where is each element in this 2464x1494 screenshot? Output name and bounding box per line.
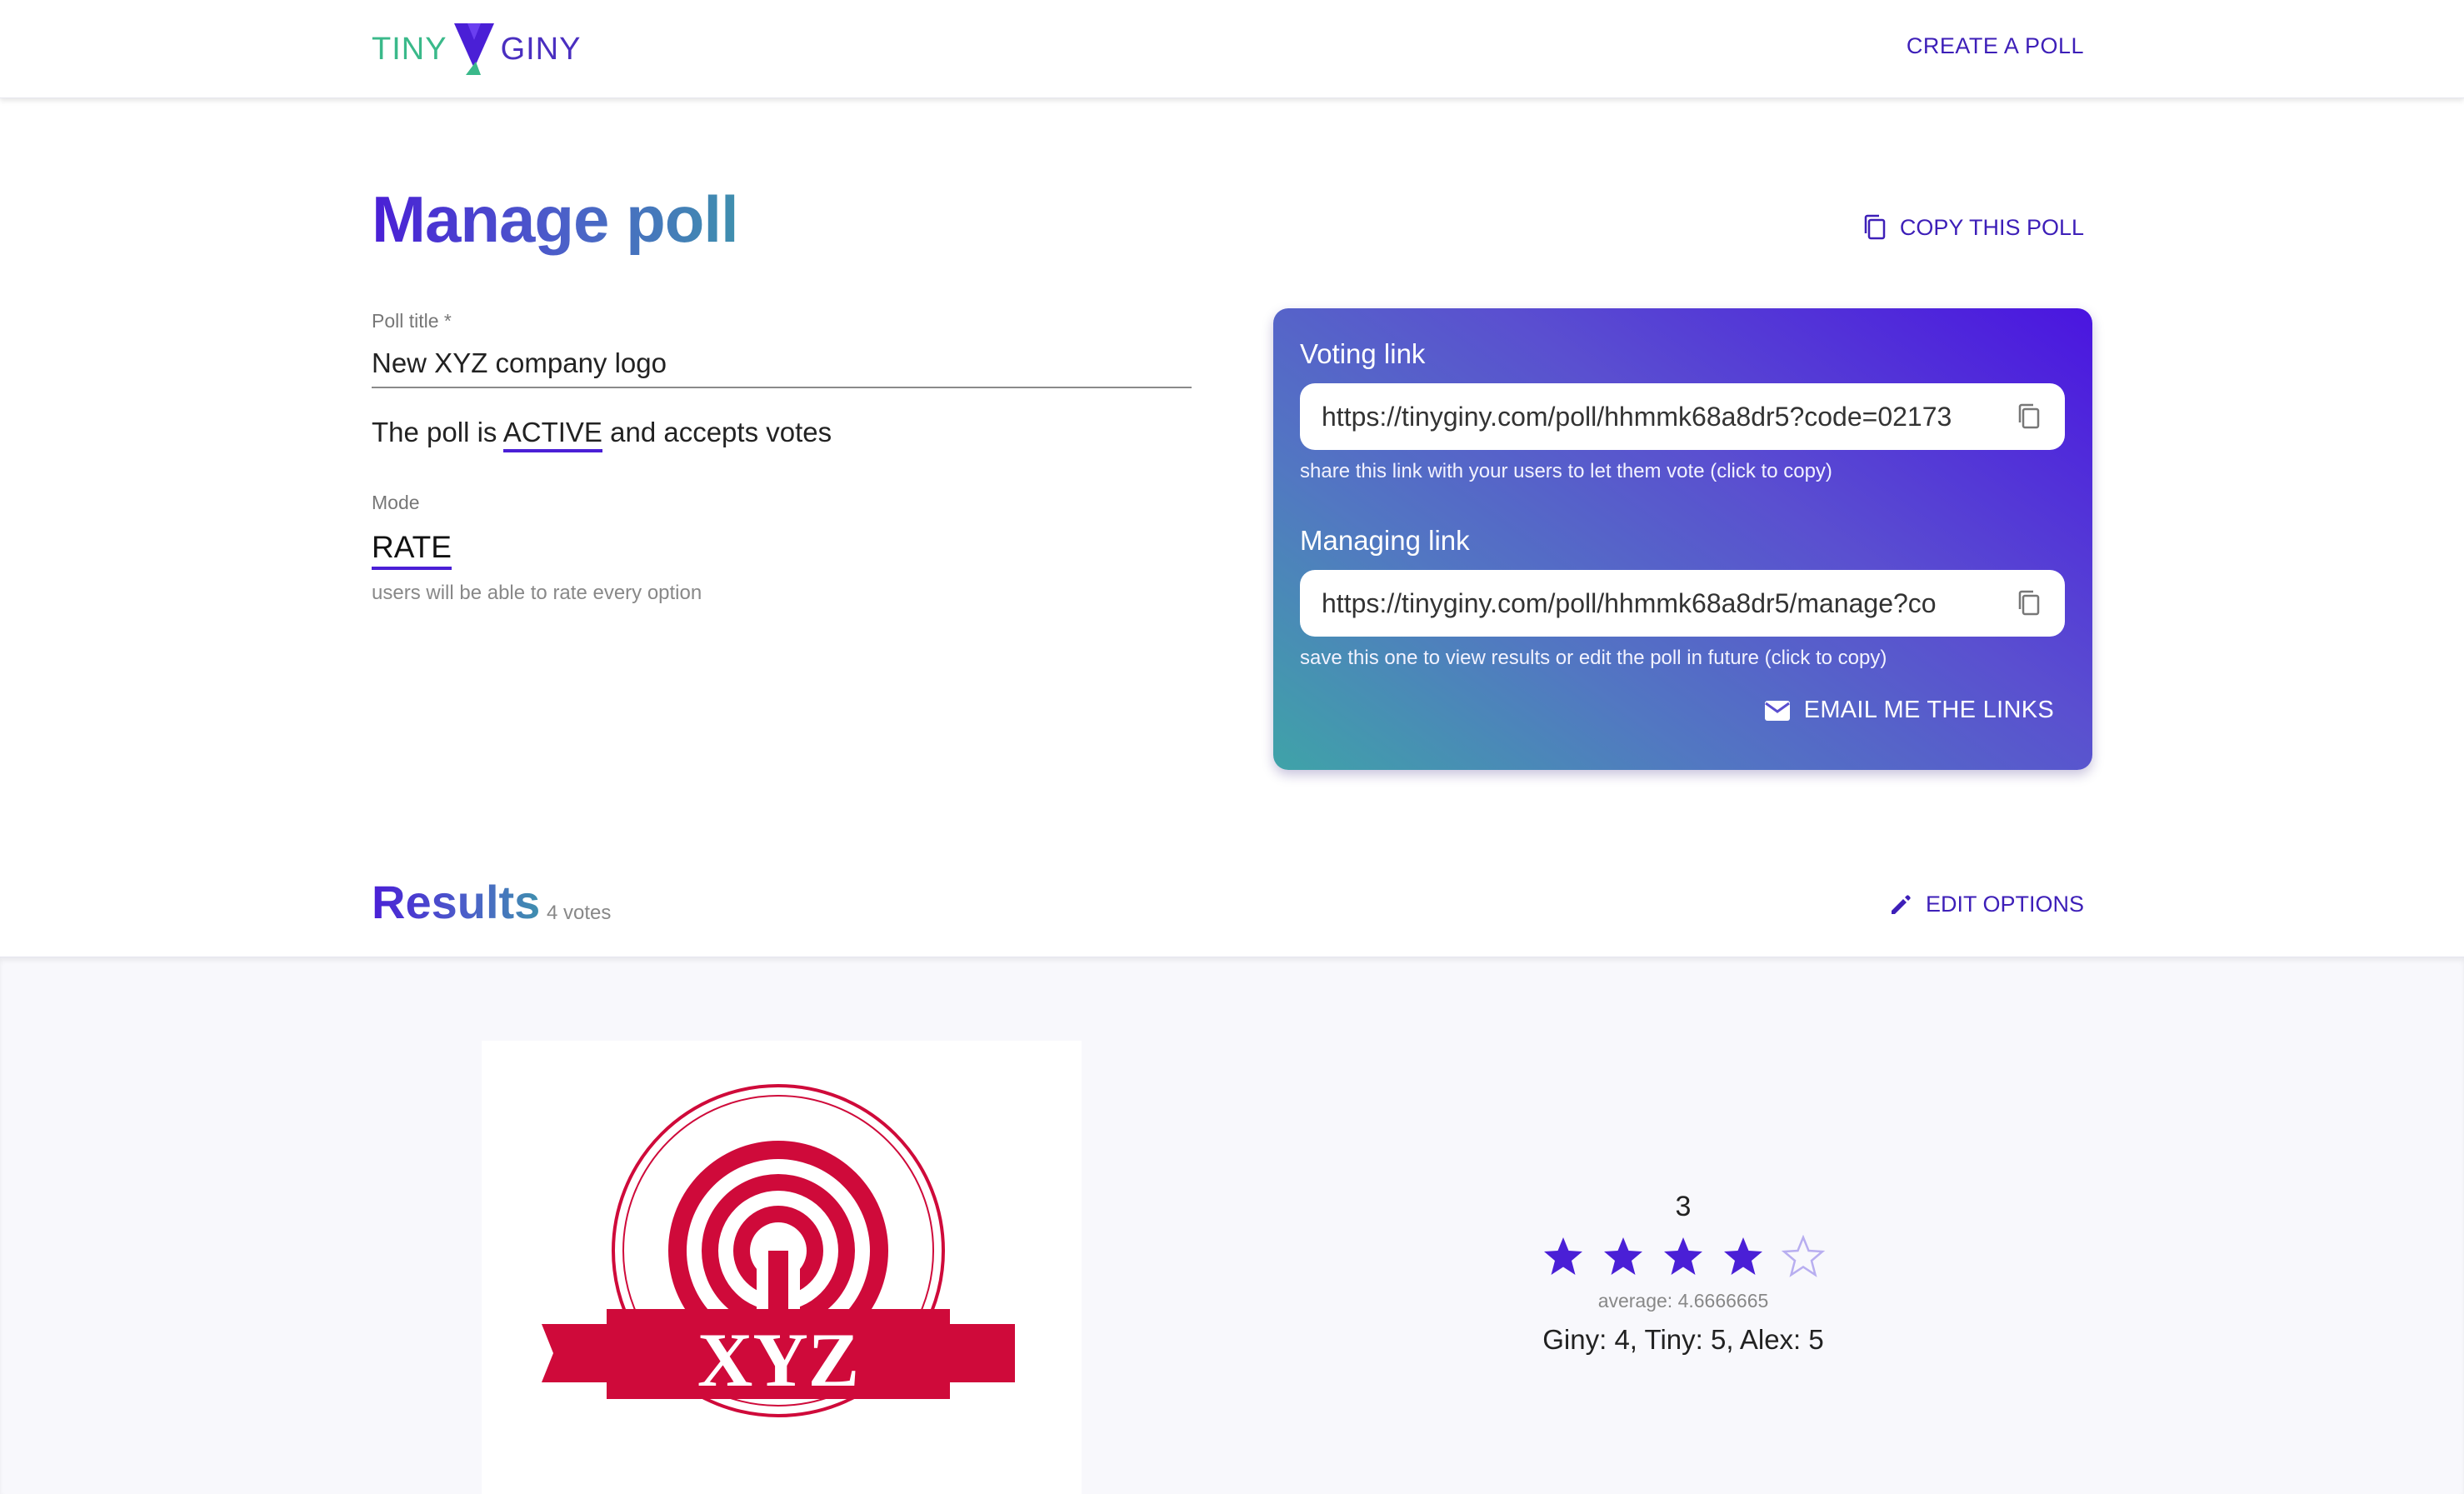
edit-options-button[interactable]: EDIT OPTIONS (1889, 892, 2084, 917)
copy-poll-button[interactable]: COPY THIS POLL (1862, 213, 2084, 242)
mode-hint: users will be able to rate every option (372, 582, 702, 604)
star-filled-icon[interactable] (1601, 1235, 1646, 1280)
copy-managing-link-icon[interactable] (2015, 589, 2043, 617)
pencil-icon (1891, 894, 1911, 914)
mode-select[interactable]: RATE (372, 530, 452, 570)
edit-options-label: EDIT OPTIONS (1925, 892, 2084, 917)
xyz-logo-image: XYZ (542, 1084, 1015, 1417)
logo-funnel-icon (453, 23, 494, 75)
voting-link-heading: Voting link (1300, 338, 1426, 369)
copy-voting-link-icon[interactable] (2015, 402, 2043, 431)
copy-icon (1864, 214, 1886, 240)
logo-tiny-text: TINY (372, 31, 447, 67)
managing-link-url: https://tinyginy.com/poll/hhmmk68a8dr5/m… (1322, 587, 1937, 618)
option-image-card: XYZ (482, 1041, 1082, 1494)
rating-votes-detail: Giny: 4, Tiny: 5, Alex: 5 (1542, 1324, 1824, 1355)
poll-status-line: The poll is ACTIVE and accepts votes (372, 417, 832, 452)
email-links-label: EMAIL ME THE LINKS (1803, 697, 2054, 723)
logo-giny-text: GINY (500, 31, 582, 67)
status-suffix: and accepts votes (602, 417, 832, 447)
star-rating (1467, 1235, 1900, 1280)
tinyginy-logo[interactable]: TINY GINY (372, 20, 581, 78)
managing-link-heading: Managing link (1300, 525, 1470, 556)
rating-count: 3 (1675, 1191, 1692, 1222)
logo-xyz-text: XYZ (697, 1317, 859, 1402)
page-title-part2: poll (626, 182, 738, 256)
mail-icon (1764, 700, 1790, 721)
email-links-button[interactable]: EMAIL ME THE LINKS (1764, 697, 2054, 724)
page-title-part1: Manage (372, 182, 627, 256)
links-card: Voting link https://tinyginy.com/poll/hh… (1273, 308, 2092, 770)
copy-poll-label: COPY THIS POLL (1899, 214, 2084, 240)
create-poll-link[interactable]: CREATE A POLL (1907, 33, 2084, 59)
results-title: Results (372, 876, 541, 928)
mode-label: Mode (372, 492, 420, 513)
poll-title-input[interactable] (372, 340, 1192, 388)
voting-link-url: https://tinyginy.com/poll/hhmmk68a8dr5?c… (1322, 401, 1952, 432)
results-area: XYZ 3 average: 4.6666665 Giny: 4, Tiny: … (0, 957, 2464, 1494)
voting-link-field[interactable]: https://tinyginy.com/poll/hhmmk68a8dr5?c… (1300, 383, 2065, 450)
star-empty-icon[interactable] (1781, 1235, 1826, 1280)
page-title: Manage poll (372, 182, 738, 257)
star-filled-icon[interactable] (1661, 1235, 1706, 1280)
star-filled-icon[interactable] (1541, 1235, 1586, 1280)
managing-link-hint: save this one to view results or edit th… (1300, 647, 1887, 669)
rating-average: average: 4.6666665 (1597, 1290, 1769, 1312)
results-vote-count: 4 votes (547, 902, 612, 924)
top-bar: TINY GINY CREATE A POLL (0, 0, 2464, 98)
voting-link-hint: share this link with your users to let t… (1300, 460, 1832, 482)
star-filled-icon[interactable] (1721, 1235, 1766, 1280)
status-toggle[interactable]: ACTIVE (502, 417, 602, 452)
managing-link-field[interactable]: https://tinyginy.com/poll/hhmmk68a8dr5/m… (1300, 570, 2065, 637)
status-prefix: The poll is (372, 417, 503, 447)
poll-title-label: Poll title * (372, 310, 452, 332)
rating-block: 3 average: 4.6666665 Giny: 4, Tiny: 5, A… (1467, 1191, 1900, 1356)
